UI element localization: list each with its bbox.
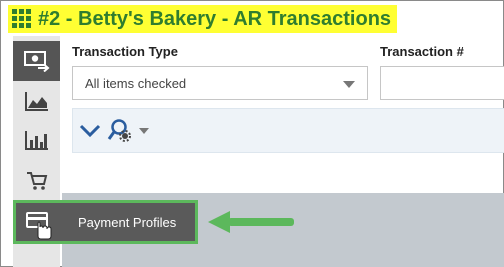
chevron-down-icon[interactable]: [79, 123, 101, 139]
app-grid-icon[interactable]: [12, 9, 32, 29]
bar-chart-icon: [24, 131, 48, 150]
transaction-type-select[interactable]: All items checked: [72, 66, 368, 100]
payment-profiles-menu-item[interactable]: Payment Profiles: [13, 200, 198, 244]
pointer-arrow-icon: [208, 211, 294, 233]
sidebar-item-transactions[interactable]: [13, 41, 60, 81]
search-settings-icon[interactable]: [107, 118, 135, 144]
title-bar: #2 - Betty's Bakery - AR Transactions: [8, 5, 398, 33]
cart-icon: [26, 172, 47, 190]
transaction-number-input[interactable]: [380, 66, 504, 100]
area-chart-icon: [24, 92, 48, 111]
payment-card-icon: [26, 212, 52, 240]
filter-toolbar: [72, 108, 504, 153]
transaction-type-label: Transaction Type: [72, 44, 178, 59]
payment-profiles-label: Payment Profiles: [78, 214, 177, 230]
sidebar-item-orders[interactable]: [13, 161, 60, 201]
page-title: #2 - Betty's Bakery - AR Transactions: [38, 7, 392, 30]
transaction-type-value: All items checked: [85, 75, 187, 91]
sidebar-item-analytics[interactable]: [13, 120, 60, 160]
sidebar-item-reports[interactable]: [13, 81, 60, 121]
dropdown-arrow-icon[interactable]: [138, 126, 150, 136]
dropdown-caret-icon: [343, 81, 355, 88]
transaction-number-label: Transaction #: [380, 44, 464, 59]
money-transfer-icon: [23, 51, 50, 72]
